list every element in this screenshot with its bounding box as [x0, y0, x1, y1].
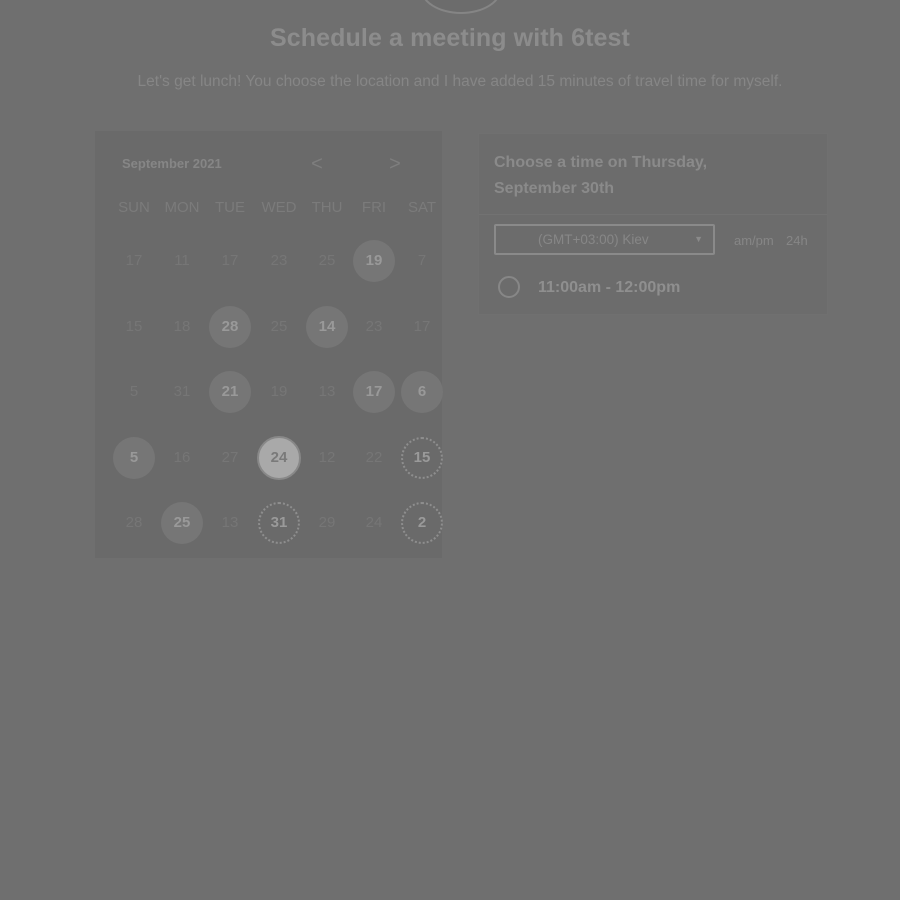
calendar-day: 12	[318, 449, 336, 466]
calendar-day: 17	[413, 318, 431, 335]
calendar-day: 7	[417, 252, 427, 269]
calendar-day: 28	[125, 514, 143, 531]
timezone-value: (GMT+03:00) Kiev	[538, 232, 649, 247]
time-slot-radio[interactable]	[498, 276, 520, 298]
calendar-day[interactable]: 21	[209, 371, 251, 413]
calendar-day: 5	[129, 383, 139, 400]
calendar-day: 17	[221, 252, 239, 269]
weekday-sat: SAT	[407, 199, 437, 216]
calendar-day: 29	[318, 514, 336, 531]
format-ampm-toggle[interactable]: am/pm	[734, 233, 774, 248]
calendar-day[interactable]: 24	[257, 436, 301, 480]
time-panel: Choose a time on Thursday, September 30t…	[478, 133, 828, 315]
prev-month-icon[interactable]: <	[305, 153, 329, 175]
weekday-thu: THU	[311, 199, 343, 216]
host-avatar	[420, 0, 502, 14]
calendar-day: 11	[174, 252, 190, 269]
page-subtitle: Let's get lunch! You choose the location…	[137, 73, 783, 90]
calendar-day: 13	[221, 514, 239, 531]
next-month-icon[interactable]: >	[383, 153, 407, 175]
calendar-day: 18	[173, 318, 191, 335]
calendar-day: 16	[173, 449, 191, 466]
time-panel-header: Choose a time on Thursday, September 30t…	[479, 134, 827, 215]
calendar-day: 23	[365, 318, 383, 335]
calendar-day[interactable]: 25	[161, 502, 203, 544]
weekday-fri: FRI	[361, 199, 387, 216]
weekday-header: SUN MON TUE WED THU FRI SAT	[105, 199, 440, 221]
calendar-day[interactable]: 15	[401, 437, 443, 479]
calendar-day: 19	[270, 383, 288, 400]
weekday-mon: MON	[164, 199, 200, 216]
chevron-down-icon: ▼	[694, 234, 703, 244]
calendar-day[interactable]: 28	[209, 306, 251, 348]
weekday-sun: SUN	[118, 199, 150, 216]
calendar-day[interactable]: 6	[401, 371, 443, 413]
format-24h-toggle[interactable]: 24h	[786, 233, 808, 248]
time-panel-heading: Choose a time on Thursday, September 30t…	[494, 154, 708, 197]
calendar-day[interactable]: 31	[258, 502, 300, 544]
calendar-day[interactable]: 5	[113, 437, 155, 479]
time-slot-label[interactable]: 11:00am - 12:00pm	[538, 279, 680, 297]
calendar-day: 25	[318, 252, 336, 269]
calendar-day: 22	[365, 449, 383, 466]
calendar-day: 17	[125, 252, 143, 269]
calendar-day: 15	[125, 318, 143, 335]
weekday-wed: WED	[261, 199, 297, 216]
calendar-day: 31	[173, 383, 191, 400]
weekday-tue: TUE	[215, 199, 245, 216]
calendar-day: 27	[221, 449, 239, 466]
calendar-day[interactable]: 2	[401, 502, 443, 544]
calendar-day: 13	[318, 383, 336, 400]
calendar: September 2021 < > SUN MON TUE WED THU FRI SAT…	[95, 131, 443, 558]
calendar-day[interactable]: 14	[306, 306, 348, 348]
calendar-day: 24	[365, 514, 383, 531]
timezone-select[interactable]: (GMT+03:00) Kiev ▼	[494, 224, 715, 255]
page-title: Schedule a meeting with 6test	[270, 24, 630, 52]
calendar-day[interactable]: 19	[353, 240, 395, 282]
calendar-day: 25	[270, 318, 288, 335]
calendar-day[interactable]: 17	[353, 371, 395, 413]
calendar-month-label: September 2021	[122, 156, 222, 171]
calendar-day: 23	[270, 252, 288, 269]
